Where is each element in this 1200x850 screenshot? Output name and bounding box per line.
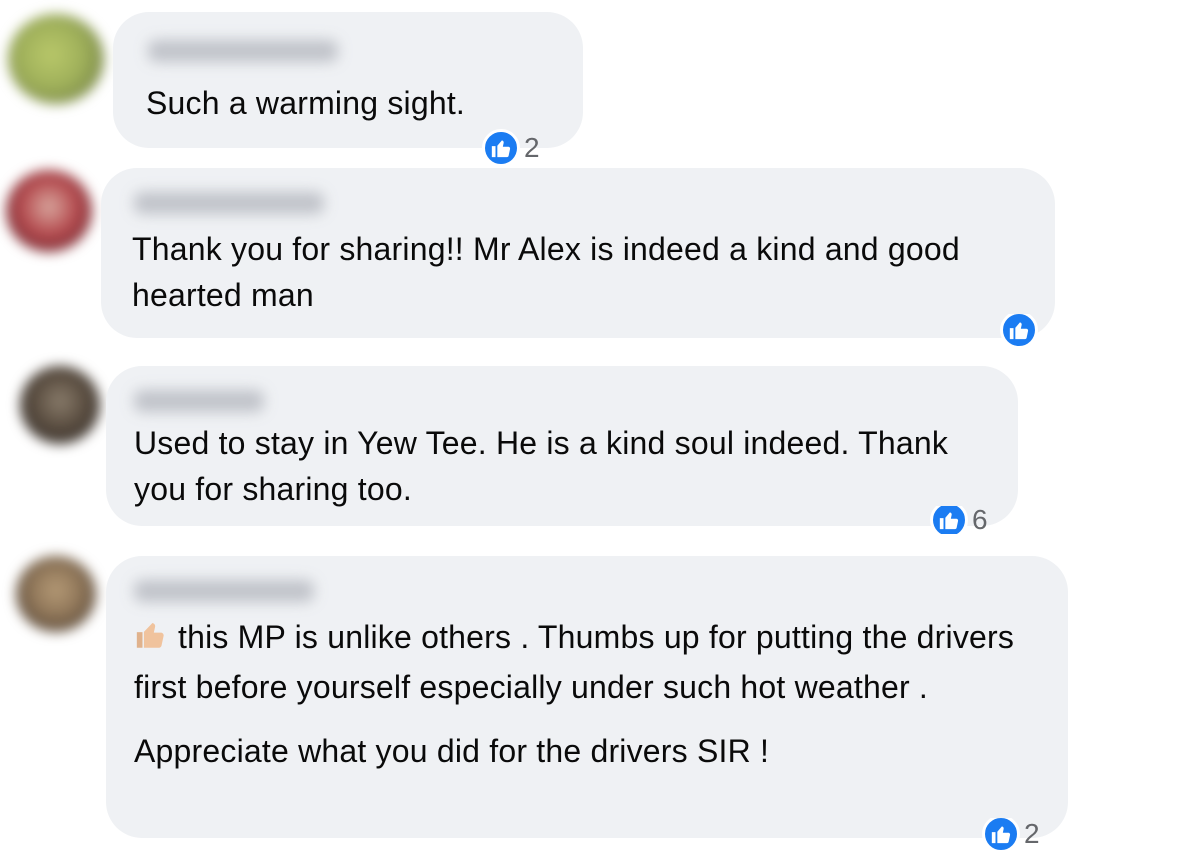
comment-paragraph: Appreciate what you did for the drivers … xyxy=(134,733,770,769)
reaction-summary[interactable]: 6 xyxy=(930,506,988,534)
reaction-count: 2 xyxy=(1024,818,1040,849)
reaction-summary[interactable]: 2 xyxy=(482,128,540,168)
like-icon xyxy=(930,506,968,534)
comment-paragraph-text: this MP is unlike others . Thumbs up for… xyxy=(134,619,1015,705)
like-icon xyxy=(982,818,1020,850)
thumbs-up-emoji-icon xyxy=(134,618,168,664)
reaction-count: 6 xyxy=(972,506,988,534)
comment-author-name[interactable] xyxy=(134,192,324,214)
avatar[interactable] xyxy=(8,14,104,104)
comment-text: Used to stay in Yew Tee. He is a kind so… xyxy=(134,420,1004,512)
comment-paragraph: this MP is unlike others . Thumbs up for… xyxy=(134,614,1034,710)
comment-author-name[interactable] xyxy=(148,40,338,62)
comment-paragraph: Used to stay in Yew Tee. He is a kind so… xyxy=(134,425,949,507)
comment-author-name[interactable] xyxy=(134,390,264,412)
comment-paragraph: Such a warming sight. xyxy=(146,85,466,121)
avatar[interactable] xyxy=(20,366,100,444)
comment-paragraph: Thank you for sharing!! Mr Alex is indee… xyxy=(132,231,960,313)
reaction-summary[interactable] xyxy=(1000,314,1042,346)
reaction-count: 2 xyxy=(524,132,540,163)
reaction-summary[interactable]: 2 xyxy=(982,818,1040,850)
comment-text: this MP is unlike others . Thumbs up for… xyxy=(134,614,1034,774)
avatar[interactable] xyxy=(16,556,96,632)
avatar[interactable] xyxy=(6,170,92,252)
comment-author-name[interactable] xyxy=(134,580,314,602)
like-icon xyxy=(482,129,520,167)
comment-text: Such a warming sight. xyxy=(146,80,566,126)
comment-text: Thank you for sharing!! Mr Alex is indee… xyxy=(132,226,1032,318)
like-icon xyxy=(1000,314,1038,346)
